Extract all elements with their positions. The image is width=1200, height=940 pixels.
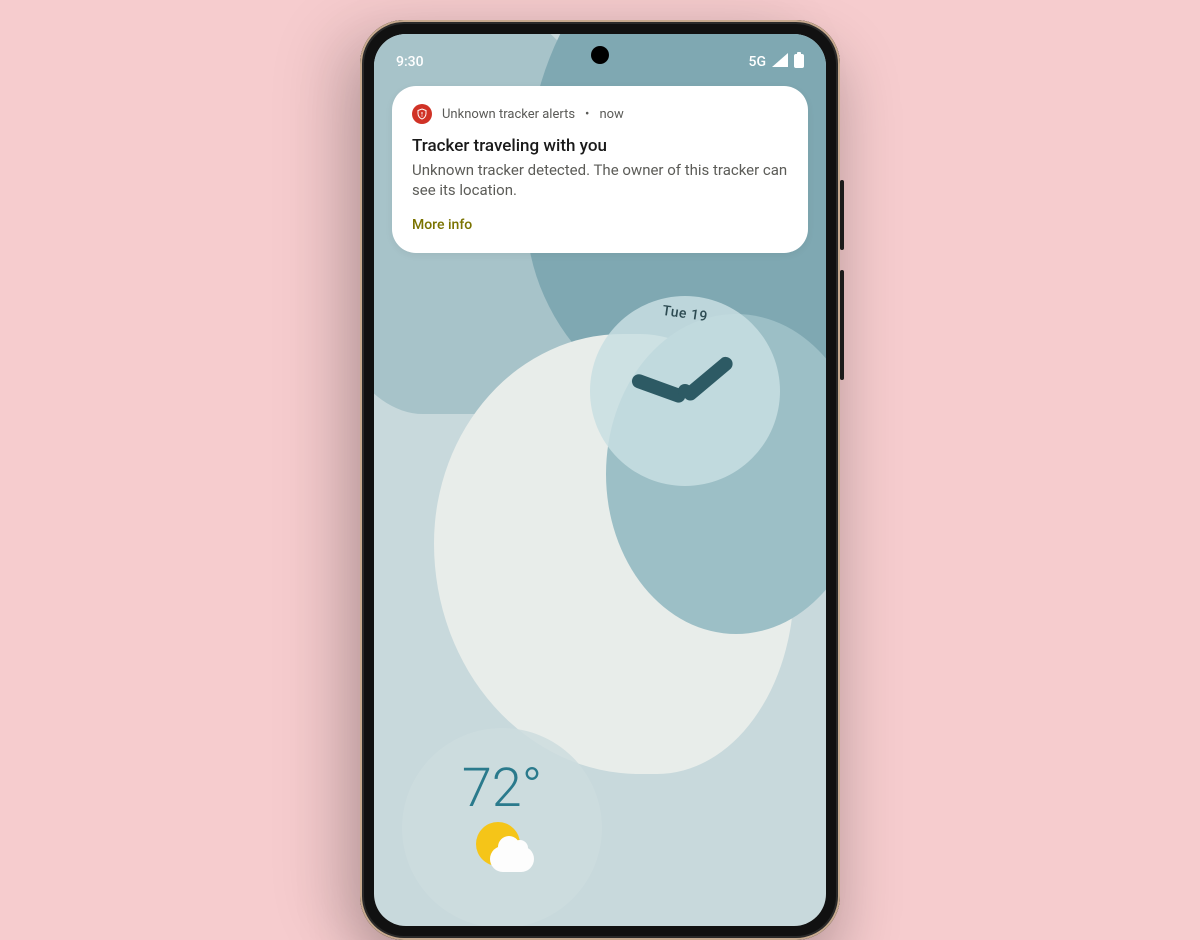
battery-icon <box>794 52 804 72</box>
weather-sun-cloud-icon <box>472 822 532 882</box>
notification-action-more-info[interactable]: More info <box>412 217 788 233</box>
notification-app-name: Unknown tracker alerts <box>442 107 575 122</box>
phone-device: 9:30 5G Unknown tracker alerts • now <box>360 20 840 940</box>
clock-widget[interactable]: Tue 19 <box>590 296 780 486</box>
signal-icon <box>772 53 788 71</box>
clock-date: Tue 19 <box>661 303 708 325</box>
shield-alert-icon <box>412 104 432 124</box>
weather-widget[interactable]: 72° <box>402 728 602 926</box>
notification-title: Tracker traveling with you <box>412 136 788 156</box>
notification-dot: • <box>585 107 589 122</box>
notification-timestamp: now <box>599 107 623 122</box>
weather-temperature: 72° <box>462 762 542 816</box>
front-camera <box>591 46 609 64</box>
notification-body: Unknown tracker detected. The owner of t… <box>412 160 788 201</box>
notification-header: Unknown tracker alerts • now <box>412 104 788 124</box>
notification-card[interactable]: Unknown tracker alerts • now Tracker tra… <box>392 86 808 253</box>
network-label: 5G <box>749 54 767 70</box>
clock-center-dot <box>678 384 692 398</box>
status-indicators: 5G <box>749 52 805 72</box>
status-time: 9:30 <box>396 54 424 70</box>
phone-screen: 9:30 5G Unknown tracker alerts • now <box>374 34 826 926</box>
